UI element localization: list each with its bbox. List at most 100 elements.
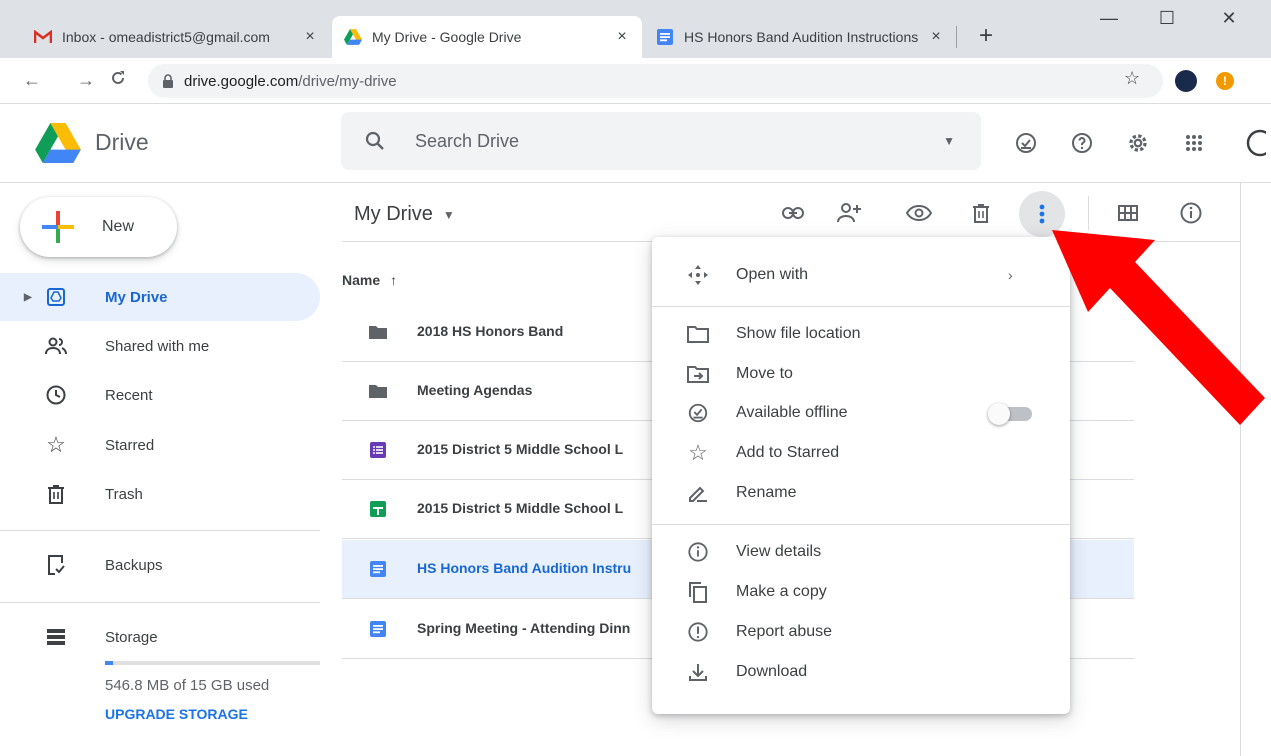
sidebar-item-label: Recent: [105, 386, 153, 404]
tab-close-icon[interactable]: ×: [302, 28, 318, 46]
search-options-dropdown-icon[interactable]: ▼: [943, 134, 955, 148]
menu-item-label: Available offline: [736, 404, 848, 421]
sidebar-item-trash[interactable]: Trash: [0, 470, 320, 518]
google-drive-logo-icon[interactable]: [34, 123, 82, 163]
trash-icon: [44, 482, 68, 506]
search-box[interactable]: Search Drive ▼: [341, 112, 981, 170]
forward-arrow-icon[interactable]: →: [74, 70, 98, 91]
screen: Inbox - omeadistrict5@gmail.com × My Dri…: [0, 0, 1271, 756]
sidebar-item-label: Backups: [105, 556, 163, 574]
menu-item-make-a-copy[interactable]: Make a copy: [652, 573, 1070, 611]
tab-google-doc[interactable]: HS Honors Band Audition Instructions ×: [644, 16, 956, 58]
sidebar-item-my-drive[interactable]: ▶ My Drive: [0, 273, 320, 321]
folder-icon: [369, 385, 387, 398]
new-tab-button[interactable]: +: [972, 22, 1000, 50]
get-link-icon[interactable]: [778, 198, 808, 228]
google-docs-icon: [370, 621, 386, 637]
search-icon[interactable]: [363, 129, 387, 153]
account-avatar[interactable]: [1246, 129, 1271, 157]
address-bar[interactable]: drive.google.com/drive/my-drive: [148, 64, 1163, 98]
remove-trash-icon[interactable]: [966, 198, 996, 228]
breadcrumb-dropdown-icon[interactable]: ▼: [443, 208, 455, 222]
copy-icon: [686, 580, 710, 604]
tab-title: Inbox - omeadistrict5@gmail.com: [62, 29, 270, 45]
menu-item-show-file-location[interactable]: Show file location: [652, 315, 1070, 353]
toggle-knob: [988, 403, 1010, 425]
window-maximize-button[interactable]: ☐: [1152, 8, 1182, 29]
more-actions-menu: Open with › Show file location Move to A…: [652, 237, 1070, 714]
backup-icon: [44, 553, 68, 577]
menu-divider: [652, 524, 1070, 525]
sort-arrow-icon[interactable]: ↑: [390, 272, 397, 288]
menu-item-rename[interactable]: Rename: [652, 474, 1070, 512]
sidebar-item-recent[interactable]: Recent: [0, 371, 320, 419]
menu-item-view-details[interactable]: View details: [652, 533, 1070, 571]
tab-separator: [956, 26, 957, 48]
reload-icon[interactable]: [106, 70, 130, 91]
window-minimize-button[interactable]: —: [1094, 8, 1124, 29]
new-button[interactable]: New: [20, 197, 177, 257]
breadcrumb[interactable]: My Drive ▼: [354, 203, 455, 226]
extension-icon[interactable]: [1175, 70, 1197, 92]
menu-item-label: Show file location: [736, 325, 861, 342]
search-input[interactable]: Search Drive: [415, 131, 943, 152]
star-icon: ☆: [46, 432, 66, 457]
tab-google-drive[interactable]: My Drive - Google Drive ×: [332, 16, 642, 58]
menu-item-label: Open with: [736, 266, 809, 283]
move-to-icon: [686, 362, 710, 386]
sidebar-item-label: Storage: [105, 628, 158, 646]
menu-item-label: Add to Starred: [736, 444, 840, 461]
preview-eye-icon[interactable]: [904, 198, 934, 228]
menu-item-move-to[interactable]: Move to: [652, 355, 1070, 393]
menu-item-label: Make a copy: [736, 583, 827, 600]
google-docs-icon: [656, 28, 674, 46]
upgrade-storage-link[interactable]: UPGRADE STORAGE: [105, 706, 248, 722]
file-name: Meeting Agendas: [417, 382, 533, 398]
sidebar-item-storage[interactable]: Storage: [0, 613, 320, 661]
menu-item-label: Rename: [736, 484, 797, 501]
sidebar-item-label: Trash: [105, 485, 143, 503]
menu-item-report-abuse[interactable]: Report abuse: [652, 613, 1070, 651]
browser-toolbar: ← → drive.google.com/drive/my-drive: [0, 58, 1271, 104]
share-add-person-icon[interactable]: [834, 198, 864, 228]
menu-item-open-with[interactable]: Open with ›: [652, 256, 1070, 294]
file-name: 2015 District 5 Middle School L: [417, 500, 624, 516]
back-arrow-icon[interactable]: ←: [20, 70, 44, 91]
menu-item-add-to-starred[interactable]: ☆ Add to Starred: [652, 434, 1070, 472]
report-icon: [686, 620, 710, 644]
sidebar-item-label: My Drive: [105, 288, 168, 306]
menu-item-available-offline[interactable]: Available offline: [652, 394, 1070, 432]
google-forms-icon: [370, 442, 386, 458]
tab-title: My Drive - Google Drive: [372, 29, 522, 45]
storage-usage-bar: [105, 661, 320, 665]
storage-usage-text: 546.8 MB of 15 GB used: [105, 677, 270, 694]
available-offline-toggle[interactable]: [986, 401, 1034, 425]
settings-gear-icon[interactable]: [1124, 129, 1152, 157]
shared-people-icon: [44, 334, 68, 358]
my-drive-icon: [44, 285, 68, 309]
storage-usage-fill: [105, 661, 113, 665]
tab-close-icon[interactable]: ×: [614, 28, 630, 46]
google-sheets-icon: [370, 501, 386, 517]
tab-close-icon[interactable]: ×: [928, 28, 944, 46]
apps-grid-icon[interactable]: [1180, 129, 1208, 157]
clock-icon: [44, 383, 68, 407]
tab-gmail-inbox[interactable]: Inbox - omeadistrict5@gmail.com ×: [22, 16, 330, 58]
info-icon: [686, 540, 710, 564]
new-plus-icon: [42, 211, 74, 243]
expand-caret-icon[interactable]: ▶: [24, 292, 32, 303]
menu-item-label: View details: [736, 543, 822, 560]
extension-alert-icon[interactable]: !: [1216, 72, 1234, 90]
storage-icon: [44, 625, 68, 649]
offline-ready-icon[interactable]: [1012, 129, 1040, 157]
column-header-name[interactable]: Name ↑: [342, 272, 397, 288]
help-icon[interactable]: [1068, 129, 1096, 157]
new-button-label: New: [102, 218, 135, 235]
menu-item-download[interactable]: Download: [652, 653, 1070, 691]
sidebar-item-shared-with-me[interactable]: Shared with me: [0, 322, 320, 370]
window-close-button[interactable]: ✕: [1214, 8, 1244, 29]
sidebar-item-backups[interactable]: Backups: [0, 541, 320, 589]
bookmark-star-icon[interactable]: ☆: [1124, 68, 1140, 89]
sidebar-item-starred[interactable]: ☆ Starred: [0, 421, 320, 469]
pencil-icon: [686, 481, 710, 505]
